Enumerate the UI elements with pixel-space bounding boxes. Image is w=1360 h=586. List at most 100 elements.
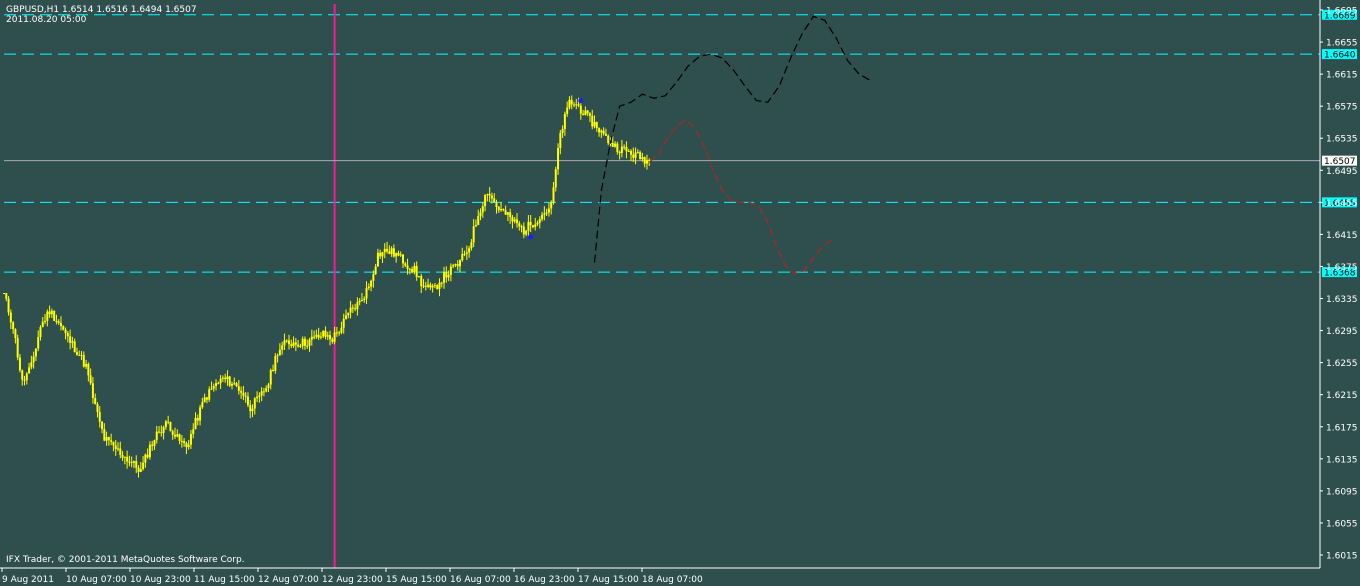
candle-body [203,397,206,403]
y-tick-label: 1.6575 [1326,103,1358,113]
candle-body [472,226,475,243]
candle-body [228,376,231,386]
swing-marker [578,98,584,104]
candle-body [497,206,500,211]
candle-body [331,339,334,342]
candle-body [538,219,541,223]
y-tick-label: 1.6375 [1326,263,1358,273]
candle-body [303,338,306,346]
candle-body [80,355,83,357]
candle-body [32,356,35,363]
candle-body [598,128,601,133]
candle-body [244,395,247,397]
candle-body [545,212,548,214]
candle-body [627,150,630,152]
y-tick-label: 1.6335 [1326,295,1358,305]
candle-body [504,210,507,215]
candle-body [351,307,354,309]
candle-body [196,418,199,421]
candle-body [516,219,518,224]
candle-body [151,444,154,446]
candle-body [554,169,557,188]
candle-body [12,322,15,330]
candle-body [226,376,229,380]
candle-body [114,445,117,450]
candle-body [155,431,158,441]
candle-body [374,266,377,275]
candle-body [527,221,530,231]
candle-body [60,323,62,327]
candle-body [233,383,236,385]
candle-body [395,252,398,257]
candle-body [50,310,53,315]
candle-body [484,194,487,207]
candle-body [440,282,443,284]
candle-body [297,344,300,347]
candle-body [85,363,88,367]
candle-body [9,312,12,323]
candle-body [376,252,379,267]
candle-body [23,379,26,381]
x-tick-label: 15 Aug 15:00 [386,575,447,585]
candle-body [281,345,284,350]
y-tick-label: 1.6135 [1326,455,1358,465]
y-tick-label: 1.6655 [1326,39,1358,49]
candle-body [595,121,598,129]
candle-body [636,152,639,154]
candle-body [577,104,580,106]
candle-body [588,113,591,116]
candle-body [240,390,243,393]
candle-body [185,443,188,448]
candle-body [522,226,525,235]
candle-body [25,373,28,381]
candle-body [406,265,409,269]
candle-body [575,104,578,106]
candle-body [187,444,190,448]
candle-body [415,265,418,278]
candle-body [335,332,338,334]
candle-body [372,274,375,281]
candle-body [258,395,261,397]
candle-body [153,440,156,446]
candle-body [543,213,546,215]
candle-body [488,193,491,196]
candle-body [117,448,119,450]
swing-marker [528,234,534,240]
candle-body [3,293,5,295]
x-tick-label: 11 Aug 15:00 [194,575,255,585]
candle-body [322,330,325,337]
candle-body [518,223,521,227]
candle-body [465,252,468,254]
candle-body [513,219,516,222]
candle-body [402,254,404,264]
candle-body [324,330,327,337]
candle-body [625,146,628,152]
candle-body [477,216,480,226]
candle-body [520,226,523,228]
candle-body [57,321,60,324]
candle-body [294,342,297,345]
candle-body [623,146,626,148]
candle-body [178,434,181,441]
candle-body [180,440,183,442]
y-tick-label: 1.6535 [1326,135,1358,145]
candle-body [490,195,493,199]
candle-body [607,135,610,144]
candle-body [189,433,192,445]
candle-body [176,434,179,437]
candle-body [221,377,224,379]
candle-body [630,150,632,155]
candle-body [208,389,211,400]
candle-body [34,348,37,357]
price-chart[interactable]: 1.66891.66401.64551.6368 1.6507 1.66951.… [0,0,1360,586]
candle-body [53,310,56,321]
candle-body [593,121,596,127]
chart-datetime: 2011.08.20 05:00 [6,15,87,25]
candle-body [459,260,461,267]
candle-body [338,332,341,334]
candle-body [285,340,288,342]
candle-body [470,242,473,249]
candle-body [550,202,553,209]
candle-body [112,441,115,446]
y-tick-label: 1.6615 [1326,71,1358,81]
